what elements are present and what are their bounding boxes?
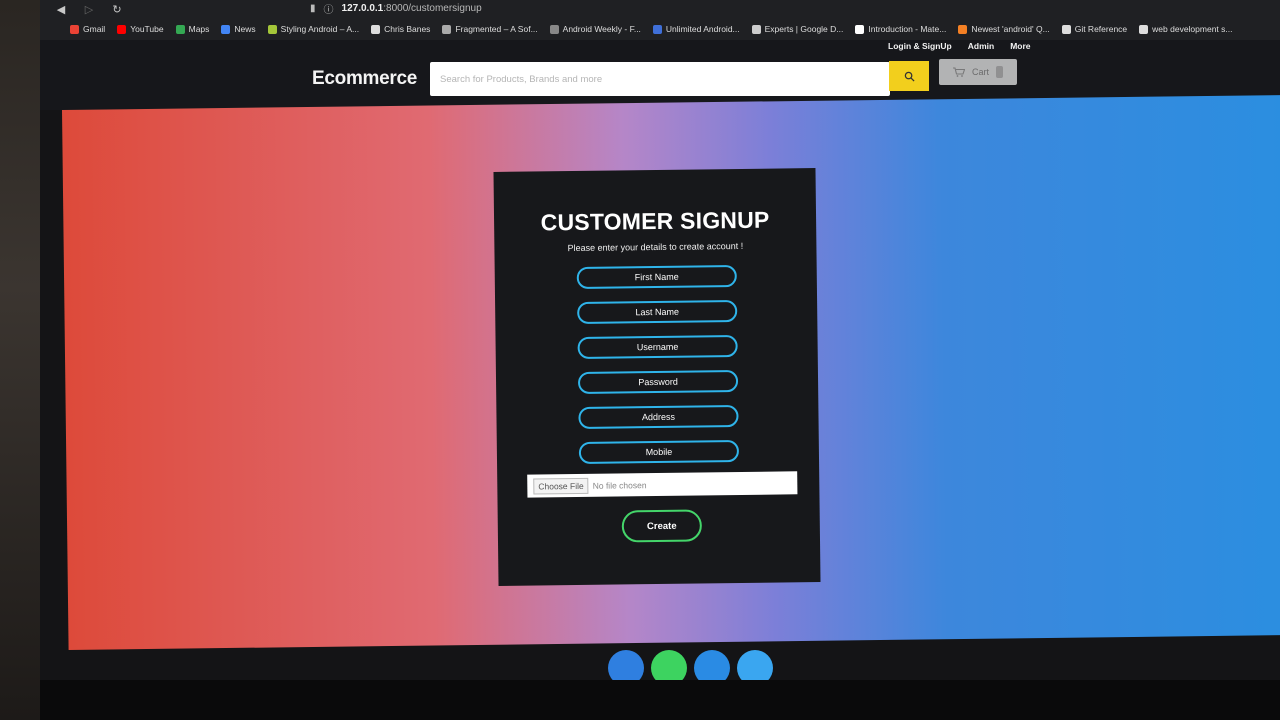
bookmark-item[interactable]: Unlimited Android... bbox=[652, 24, 740, 34]
profile-file-input: Choose File No file chosen bbox=[527, 471, 798, 498]
search-icon bbox=[904, 71, 915, 82]
login-signup-link[interactable]: Login & SignUp bbox=[888, 41, 952, 51]
bookmark-label: Styling Android – A... bbox=[280, 24, 360, 34]
screen: ◀ ▷ ↻ ▮ ⓘ 127.0.0.1 :8000/customersignup… bbox=[40, 0, 1280, 720]
bookmark-favicon-icon bbox=[267, 24, 277, 34]
bookmark-favicon-icon bbox=[855, 24, 865, 34]
last-name-field[interactable] bbox=[577, 300, 738, 324]
bookmark-label: Experts | Google D... bbox=[764, 24, 844, 34]
admin-link[interactable]: Admin bbox=[968, 41, 994, 51]
bookmark-favicon-icon bbox=[70, 24, 79, 34]
address-bar[interactable]: ▮ ⓘ 127.0.0.1 :8000/customersignup bbox=[310, 1, 482, 16]
bookmark-item[interactable]: web development s... bbox=[1139, 24, 1232, 34]
top-links: Login & SignUp Admin More bbox=[888, 41, 1031, 51]
bookmark-item[interactable]: Fragmented – A Sof... bbox=[442, 24, 538, 34]
address-field[interactable] bbox=[578, 405, 739, 429]
bookmark-label: Fragmented – A Sof... bbox=[455, 24, 538, 34]
bookmark-label: Android Weekly - F... bbox=[562, 24, 641, 34]
cart-count-badge bbox=[996, 66, 1003, 78]
bookmark-label: News bbox=[234, 24, 256, 34]
bookmark-favicon-icon bbox=[1139, 24, 1149, 34]
create-button[interactable]: Create bbox=[621, 509, 703, 543]
bookmark-item[interactable]: Chris Banes bbox=[371, 24, 430, 34]
search-input[interactable] bbox=[430, 62, 890, 96]
more-link[interactable]: More bbox=[1010, 41, 1030, 51]
bookmark-item[interactable]: Maps bbox=[175, 24, 210, 34]
monitor-bezel bbox=[0, 0, 40, 720]
bookmark-label: Maps bbox=[188, 24, 210, 34]
bookmark-label: YouTube bbox=[130, 24, 164, 34]
password-field[interactable] bbox=[577, 370, 739, 394]
bookmark-favicon-icon bbox=[371, 24, 381, 34]
bookmark-item[interactable]: News bbox=[221, 24, 256, 34]
file-status: No file chosen bbox=[592, 479, 647, 491]
monitor-bottom-bezel bbox=[40, 680, 1280, 720]
bookmark-favicon-icon bbox=[175, 24, 185, 34]
bookmark-label: Unlimited Android... bbox=[665, 24, 740, 34]
bookmark-favicon-icon bbox=[117, 24, 127, 34]
bookmark-label: web development s... bbox=[1152, 24, 1233, 34]
bookmark-item[interactable]: YouTube bbox=[117, 24, 164, 34]
forward-icon[interactable]: ▷ bbox=[82, 3, 96, 16]
bookmark-star-icon[interactable]: ▮ bbox=[310, 3, 316, 14]
bookmark-favicon-icon bbox=[652, 24, 662, 34]
page-subtitle: Please enter your details to create acco… bbox=[567, 240, 744, 254]
cart-icon bbox=[952, 67, 965, 77]
bookmark-label: Introduction - Mate... bbox=[868, 24, 947, 34]
bookmark-label: Git Reference bbox=[1074, 24, 1128, 34]
bookmark-favicon-icon bbox=[958, 24, 968, 34]
bookmarks-bar: Gmail YouTube Maps News Styling Android – A.… bbox=[70, 20, 1232, 38]
signup-card: CUSTOMER SIGNUP Please enter your detail… bbox=[493, 168, 821, 586]
brand-logo[interactable]: Ecommerce bbox=[312, 68, 417, 90]
bookmark-label: Newest 'android' Q... bbox=[971, 24, 1050, 34]
bookmark-item[interactable]: Styling Android – A... bbox=[267, 24, 360, 34]
browser-nav-row: ◀ ▷ ↻ bbox=[40, 0, 1280, 18]
browser-chrome: ◀ ▷ ↻ ▮ ⓘ 127.0.0.1 :8000/customersignup… bbox=[40, 0, 1280, 40]
bookmark-item[interactable]: Newest 'android' Q... bbox=[958, 24, 1050, 34]
bookmark-item[interactable]: Gmail bbox=[70, 24, 105, 34]
bookmark-favicon-icon bbox=[549, 24, 559, 34]
bookmark-label: Chris Banes bbox=[384, 24, 431, 34]
bookmark-favicon-icon bbox=[442, 24, 452, 34]
choose-file-button[interactable]: Choose File bbox=[533, 477, 589, 495]
bookmark-item[interactable]: Experts | Google D... bbox=[751, 24, 844, 34]
info-icon[interactable]: ⓘ bbox=[324, 1, 334, 16]
bookmark-label: Gmail bbox=[83, 24, 106, 34]
search-box bbox=[430, 62, 890, 96]
mobile-field[interactable] bbox=[578, 440, 740, 464]
bookmark-item[interactable]: Android Weekly - F... bbox=[549, 24, 641, 34]
reload-icon[interactable]: ↻ bbox=[110, 3, 124, 16]
bookmark-item[interactable]: Introduction - Mate... bbox=[855, 24, 946, 34]
url-path: :8000/customersignup bbox=[383, 3, 482, 14]
search-button[interactable] bbox=[889, 61, 929, 91]
bookmark-favicon-icon bbox=[221, 24, 231, 34]
cart-button[interactable]: Cart bbox=[939, 59, 1017, 85]
page-title: CUSTOMER SIGNUP bbox=[540, 206, 770, 236]
bookmark-favicon-icon bbox=[1061, 24, 1071, 34]
first-name-field[interactable] bbox=[576, 265, 737, 289]
bookmark-item[interactable]: Git Reference bbox=[1061, 24, 1128, 34]
bookmark-favicon-icon bbox=[751, 24, 761, 34]
url-host: 127.0.0.1 bbox=[341, 3, 384, 14]
username-field[interactable] bbox=[577, 335, 738, 359]
back-icon[interactable]: ◀ bbox=[54, 3, 68, 16]
cart-label: Cart bbox=[971, 67, 989, 77]
